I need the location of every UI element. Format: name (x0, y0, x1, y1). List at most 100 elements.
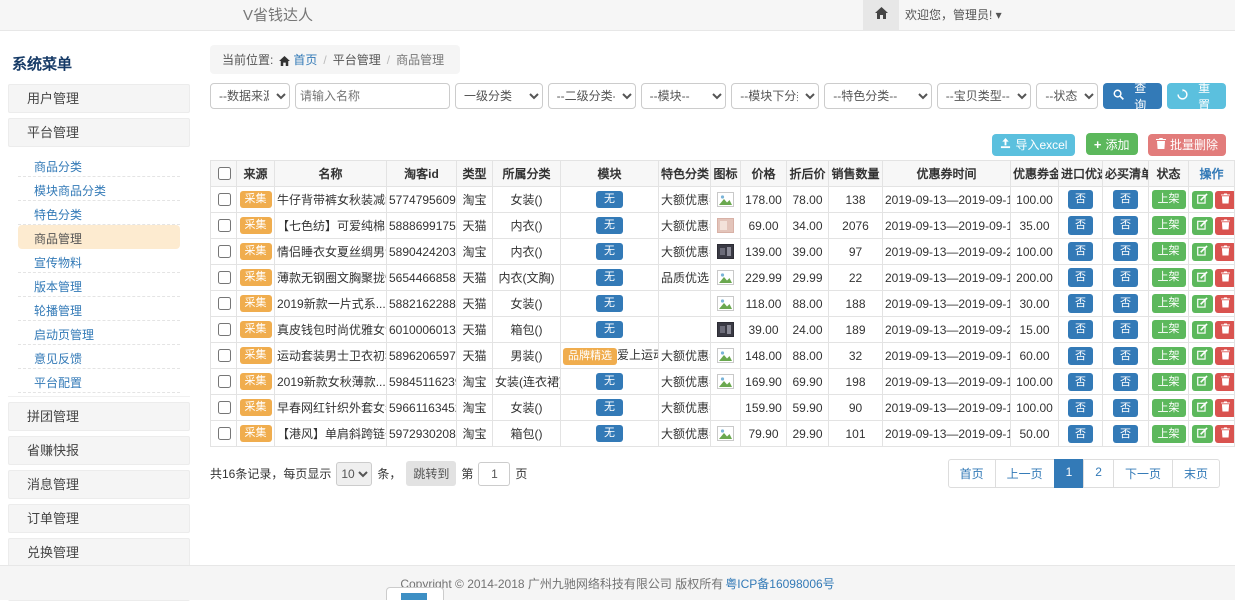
must-buy-toggle[interactable]: 否 (1113, 425, 1138, 443)
must-buy-toggle[interactable]: 否 (1113, 320, 1138, 338)
breadcrumb-home-link[interactable]: 首页 (293, 53, 317, 67)
delete-button[interactable] (1215, 347, 1235, 365)
sidebar-group-省赚快报[interactable]: 省赚快报 (8, 436, 190, 465)
sidebar-subitem-版本管理[interactable]: 版本管理 (18, 273, 180, 297)
must-buy-toggle[interactable]: 否 (1113, 294, 1138, 312)
import-select-toggle[interactable]: 否 (1068, 190, 1093, 208)
edit-button[interactable] (1192, 191, 1213, 209)
edit-button[interactable] (1192, 347, 1213, 365)
select-all-checkbox[interactable] (218, 167, 231, 180)
delete-button[interactable] (1215, 243, 1235, 261)
edit-button[interactable] (1192, 295, 1213, 313)
status-toggle[interactable]: 上架 (1152, 373, 1186, 391)
sidebar-group-订单管理[interactable]: 订单管理 (8, 504, 190, 533)
import-select-toggle[interactable]: 否 (1068, 294, 1093, 312)
edit-button[interactable] (1192, 399, 1213, 417)
status-toggle[interactable]: 上架 (1152, 190, 1186, 208)
import-select-toggle[interactable]: 否 (1068, 320, 1093, 338)
sidebar-subitem-意见反馈[interactable]: 意见反馈 (18, 345, 180, 369)
sidebar-group-平台管理[interactable]: 平台管理 (8, 118, 190, 147)
edit-button[interactable] (1192, 425, 1213, 443)
pager-button-上一页[interactable]: 上一页 (995, 459, 1055, 488)
pager-button-末页[interactable]: 末页 (1172, 459, 1220, 488)
delete-button[interactable] (1215, 373, 1235, 391)
sidebar-subitem-轮播管理[interactable]: 轮播管理 (18, 297, 180, 321)
sidebar-subitem-模块商品分类[interactable]: 模块商品分类 (18, 177, 180, 201)
must-buy-toggle[interactable]: 否 (1113, 190, 1138, 208)
filter-module-subcat[interactable]: --模块下分类-- (731, 83, 819, 109)
delete-button[interactable] (1215, 191, 1235, 209)
edit-button[interactable] (1192, 269, 1213, 287)
filter-item-type[interactable]: --宝贝类型-- (937, 83, 1032, 109)
edit-button[interactable] (1192, 373, 1213, 391)
delete-button[interactable] (1215, 399, 1235, 417)
reset-button[interactable]: 重置 (1167, 83, 1226, 109)
delete-button[interactable] (1215, 321, 1235, 339)
sidebar-group-拼团管理[interactable]: 拼团管理 (8, 402, 190, 431)
sidebar-group-用户管理[interactable]: 用户管理 (8, 84, 190, 113)
must-buy-toggle[interactable]: 否 (1113, 347, 1138, 365)
sidebar-subitem-商品分类[interactable]: 商品分类 (18, 153, 180, 177)
status-toggle[interactable]: 上架 (1152, 425, 1186, 443)
must-buy-toggle[interactable]: 否 (1113, 373, 1138, 391)
user-menu[interactable]: 欢迎您，管理员! ▾ (905, 0, 1002, 30)
batch-delete-button[interactable]: 批量删除 (1148, 134, 1226, 156)
import-select-toggle[interactable]: 否 (1068, 216, 1093, 234)
per-page-select[interactable]: 10 (336, 462, 372, 486)
filter-data-source[interactable]: --数据来源-- (210, 83, 290, 109)
pager-button-2[interactable]: 2 (1083, 459, 1114, 488)
row-checkbox[interactable] (218, 349, 231, 362)
search-button[interactable]: 查询 (1103, 83, 1162, 109)
row-checkbox[interactable] (218, 375, 231, 388)
import-select-toggle[interactable]: 否 (1068, 242, 1093, 260)
filter-level1-category[interactable]: 一级分类 (455, 83, 543, 109)
sidebar-subitem-宣传物料[interactable]: 宣传物料 (18, 249, 180, 273)
name-search-input[interactable] (295, 83, 450, 109)
status-toggle[interactable]: 上架 (1152, 242, 1186, 260)
row-checkbox[interactable] (218, 323, 231, 336)
row-checkbox[interactable] (218, 297, 231, 310)
status-toggle[interactable]: 上架 (1152, 320, 1186, 338)
filter-feature-category[interactable]: --特色分类-- (824, 83, 932, 109)
status-toggle[interactable]: 上架 (1152, 268, 1186, 286)
import-select-toggle[interactable]: 否 (1068, 347, 1093, 365)
delete-button[interactable] (1215, 217, 1235, 235)
sidebar-subitem-商品管理[interactable]: 商品管理 (18, 225, 180, 249)
delete-button[interactable] (1215, 269, 1235, 287)
icp-link[interactable]: 粤ICP备16098006号 (725, 575, 834, 592)
pager-button-1[interactable]: 1 (1054, 459, 1085, 488)
sidebar-group-消息管理[interactable]: 消息管理 (8, 470, 190, 499)
must-buy-toggle[interactable]: 否 (1113, 399, 1138, 417)
status-toggle[interactable]: 上架 (1152, 294, 1186, 312)
home-button[interactable] (863, 0, 899, 30)
import-select-toggle[interactable]: 否 (1068, 373, 1093, 391)
row-checkbox[interactable] (218, 401, 231, 414)
delete-button[interactable] (1215, 295, 1235, 313)
sidebar-subitem-平台配置[interactable]: 平台配置 (18, 369, 180, 393)
edit-button[interactable] (1192, 243, 1213, 261)
must-buy-toggle[interactable]: 否 (1113, 242, 1138, 260)
row-checkbox[interactable] (218, 245, 231, 258)
filter-status[interactable]: --状态-- (1036, 83, 1098, 109)
filter-module[interactable]: --模块-- (641, 83, 727, 109)
import-select-toggle[interactable]: 否 (1068, 268, 1093, 286)
status-toggle[interactable]: 上架 (1152, 347, 1186, 365)
sidebar-group-兑换管理[interactable]: 兑换管理 (8, 538, 190, 567)
add-button[interactable]: + 添加 (1086, 133, 1138, 155)
row-checkbox[interactable] (218, 427, 231, 440)
edit-button[interactable] (1192, 217, 1213, 235)
row-checkbox[interactable] (218, 193, 231, 206)
status-toggle[interactable]: 上架 (1152, 399, 1186, 417)
pager-button-首页[interactable]: 首页 (948, 459, 996, 488)
import-select-toggle[interactable]: 否 (1068, 425, 1093, 443)
import-select-toggle[interactable]: 否 (1068, 399, 1093, 417)
must-buy-toggle[interactable]: 否 (1113, 216, 1138, 234)
edit-button[interactable] (1192, 321, 1213, 339)
pager-button-下一页[interactable]: 下一页 (1113, 459, 1173, 488)
must-buy-toggle[interactable]: 否 (1113, 268, 1138, 286)
delete-button[interactable] (1215, 425, 1235, 443)
filter-level2-category[interactable]: --二级分类-- (548, 83, 636, 109)
jump-button[interactable]: 跳转到 (406, 461, 456, 486)
sidebar-subitem-启动页管理[interactable]: 启动页管理 (18, 321, 180, 345)
import-excel-button[interactable]: 导入excel (992, 134, 1075, 156)
